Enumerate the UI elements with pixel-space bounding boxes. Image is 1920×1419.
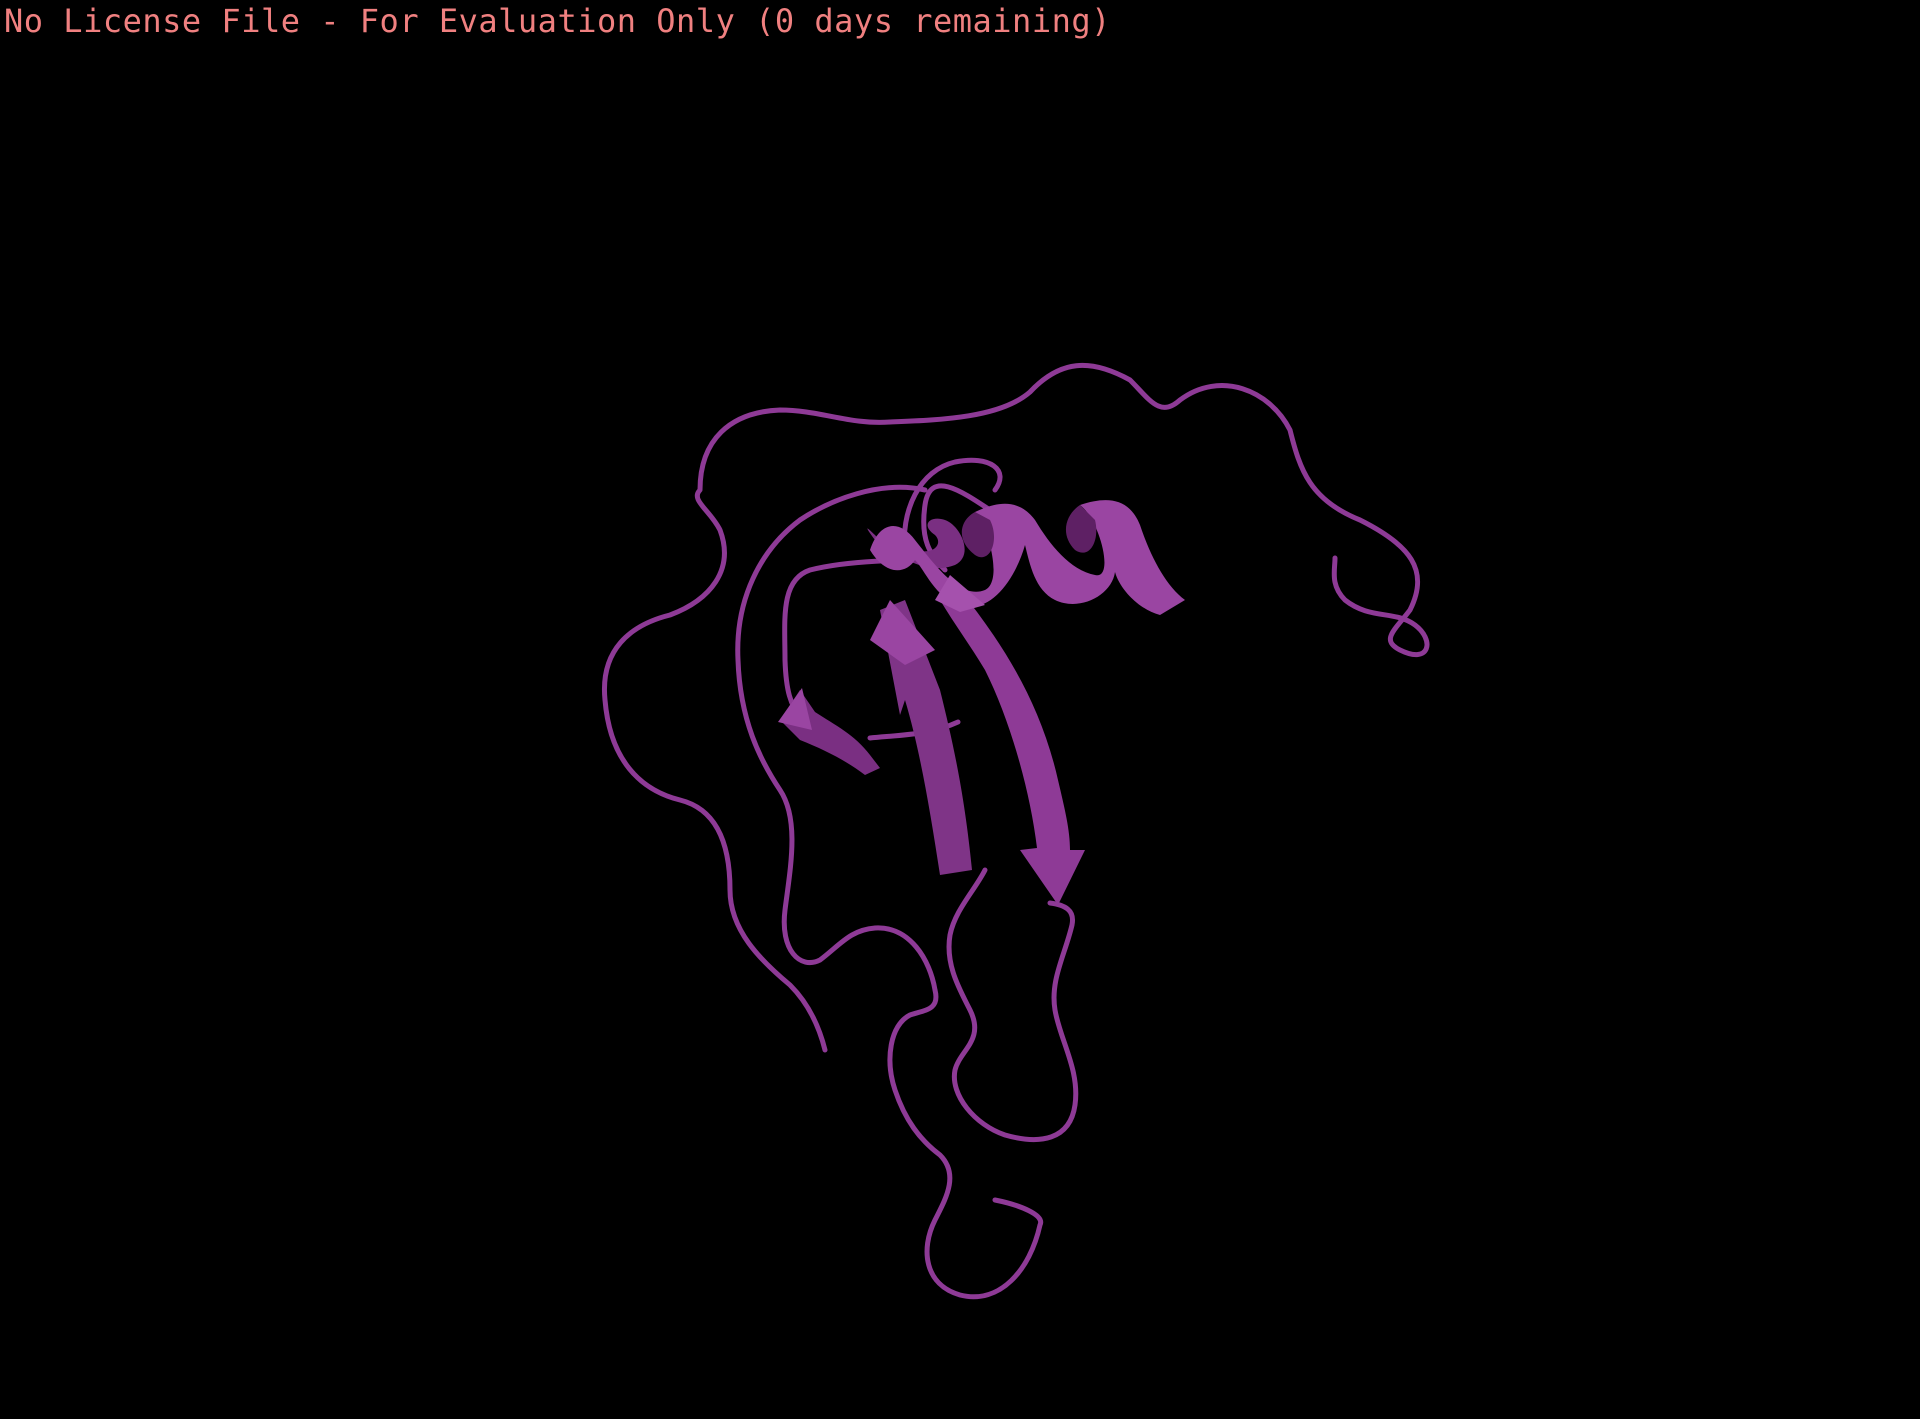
coil-lower-middle — [946, 867, 1079, 1143]
molecular-viewer-viewport[interactable]: No License File - For Evaluation Only (0… — [0, 0, 1920, 1419]
coil-outer-left-loop — [601, 407, 893, 1053]
protein-cartoon-render[interactable] — [0, 0, 1920, 1419]
coil-loops — [601, 362, 1430, 1300]
beta-strand-3-head — [778, 688, 812, 730]
helix-front-ribbon — [870, 500, 1185, 615]
alpha-helix — [867, 500, 1185, 615]
beta-strands — [778, 575, 1085, 905]
